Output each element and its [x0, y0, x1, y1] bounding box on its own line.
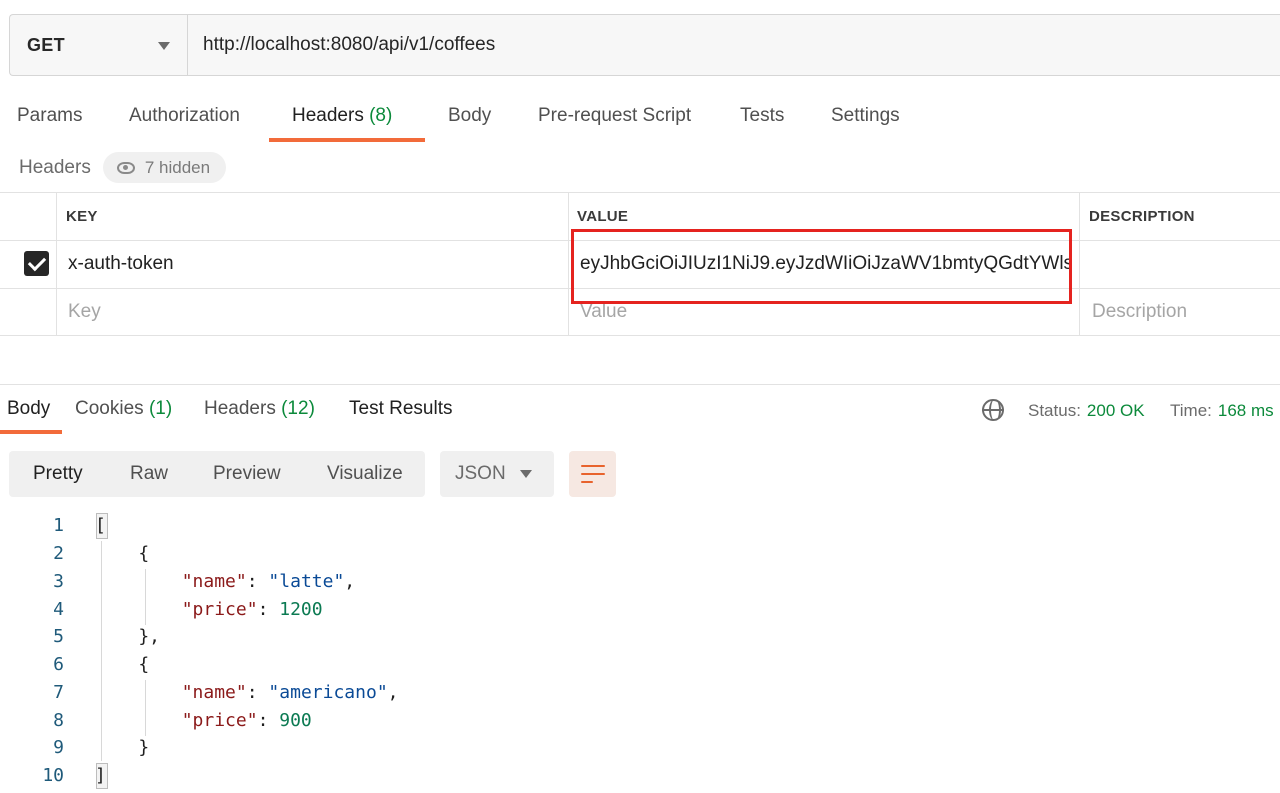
code-line: [ [95, 515, 106, 536]
tab-label: Body [7, 398, 51, 419]
json-value: americano [279, 682, 377, 703]
method-label: GET [27, 34, 65, 55]
code-line: { [95, 654, 150, 675]
line-number: 2 [53, 543, 64, 564]
new-description-input[interactable]: Description [1092, 301, 1187, 323]
code-line: }, [95, 626, 161, 647]
json-value: 1200 [279, 599, 323, 620]
response-tab-test-results[interactable]: Test Results [349, 398, 452, 420]
line-number: 8 [53, 710, 64, 731]
code-line: { [95, 543, 150, 564]
active-tab-indicator [269, 138, 425, 142]
tab-label: Pre-request Script [538, 105, 692, 126]
line-number: 1 [53, 515, 64, 536]
tab-authorization[interactable]: Authorization [129, 100, 240, 142]
divider [0, 335, 1280, 336]
line-number: 4 [53, 599, 64, 620]
chevron-down-icon [158, 42, 170, 50]
url-input[interactable]: http://localhost:8080/api/v1/coffees [188, 15, 495, 75]
header-key-cell[interactable]: x-auth-token [68, 253, 174, 275]
chevron-down-icon [520, 470, 532, 478]
active-response-tab-indicator [0, 430, 62, 434]
line-number: 3 [53, 571, 64, 592]
request-tabs: Params Authorization Headers (8) Body Pr… [0, 100, 1280, 142]
status-value: 200 OK [1086, 401, 1145, 420]
tab-label: Body [448, 105, 492, 126]
wrap-lines-icon[interactable] [569, 451, 616, 497]
line-number: 7 [53, 682, 64, 703]
tab-headers[interactable]: Headers (8) [292, 100, 392, 142]
new-value-input[interactable]: Value [580, 301, 627, 323]
divider [56, 192, 57, 335]
line-number: 5 [53, 626, 64, 647]
tab-body[interactable]: Body [448, 100, 491, 142]
divider [0, 192, 1280, 193]
tab-label: Headers [292, 105, 364, 126]
view-visualize[interactable]: Visualize [327, 463, 403, 485]
hidden-headers-label: 7 hidden [144, 157, 211, 177]
line-number: 9 [53, 737, 64, 758]
time-indicator: Time: 168 ms [1170, 401, 1274, 421]
code-line: } [95, 737, 150, 758]
tab-settings[interactable]: Settings [831, 100, 900, 142]
tab-label: Params [17, 105, 83, 126]
column-header-description: DESCRIPTION [1089, 208, 1195, 225]
column-header-value: VALUE [577, 208, 629, 225]
tab-label: Settings [831, 105, 900, 126]
status-indicator: Status: 200 OK [1028, 401, 1145, 421]
json-value: 900 [279, 710, 312, 731]
request-bar: GET http://localhost:8080/api/v1/coffees [9, 14, 1280, 76]
response-tab-headers[interactable]: Headers (12) [204, 398, 315, 420]
divider [0, 384, 1280, 385]
tab-count: (12) [281, 398, 315, 419]
tab-count: (1) [148, 398, 173, 419]
method-select[interactable]: GET [10, 15, 188, 75]
tab-tests[interactable]: Tests [740, 100, 784, 142]
tab-pre-request-script[interactable]: Pre-request Script [538, 100, 691, 142]
line-number: 6 [53, 654, 64, 675]
globe-icon[interactable] [982, 399, 1004, 421]
status-label: Status: [1028, 401, 1081, 420]
tab-label: Test Results [349, 398, 453, 419]
response-tab-cookies[interactable]: Cookies (1) [75, 398, 172, 420]
line-number: 10 [42, 765, 64, 786]
tab-count: (8) [369, 105, 393, 126]
format-select[interactable]: JSON [440, 451, 554, 497]
code-line: "name": "latte", [181, 571, 356, 592]
divider [568, 192, 569, 335]
code-line: "price": 900 [181, 710, 312, 731]
checkbox-checked-icon[interactable] [24, 251, 49, 276]
code-line: "name": "americano", [181, 682, 399, 703]
response-tab-body[interactable]: Body [7, 398, 50, 420]
json-value: latte [279, 571, 334, 592]
code-line: ] [95, 765, 106, 786]
column-header-key: KEY [66, 208, 98, 225]
headers-section-title: Headers [19, 156, 91, 178]
code-line: "price": 1200 [181, 599, 323, 620]
tab-label: Tests [740, 105, 785, 126]
tab-label: Authorization [129, 105, 240, 126]
tab-label: Cookies [75, 398, 144, 419]
time-label: Time: [1170, 401, 1212, 420]
new-key-input[interactable]: Key [68, 301, 101, 323]
view-preview[interactable]: Preview [213, 463, 281, 485]
divider [1079, 192, 1080, 335]
tab-label: Headers [204, 398, 276, 419]
view-raw[interactable]: Raw [130, 463, 168, 485]
tab-params[interactable]: Params [17, 100, 82, 142]
view-pretty[interactable]: Pretty [33, 463, 83, 485]
format-label: JSON [455, 463, 506, 484]
eye-icon [116, 161, 135, 174]
annotation-highlight-box [571, 229, 1072, 304]
headers-section-header: Headers 7 hidden [19, 152, 227, 183]
hidden-headers-toggle[interactable]: 7 hidden [102, 152, 227, 183]
time-value: 168 ms [1217, 401, 1274, 420]
